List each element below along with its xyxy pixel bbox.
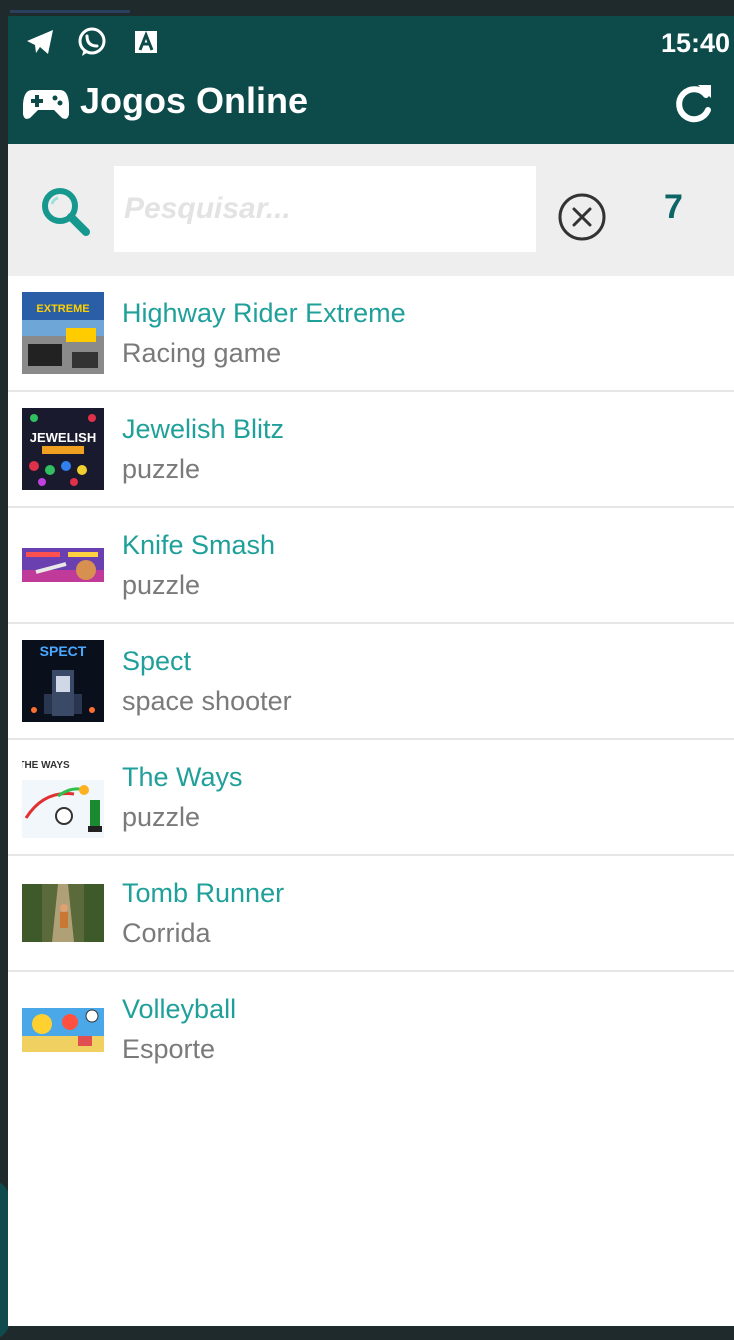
game-name: Tomb Runner <box>122 878 285 908</box>
game-name: Knife Smash <box>122 530 276 560</box>
list-item[interactable]: THE WAYS The Ways puzzle <box>8 740 734 856</box>
result-count: 7 <box>664 188 683 226</box>
app-bar: 15:40 Jogos Online <box>8 16 734 144</box>
outer-left-edge <box>0 0 10 1340</box>
thumb-text: SPECT <box>40 643 87 659</box>
gamepad-icon <box>23 90 69 119</box>
list-item[interactable]: Tomb Runner Corrida <box>8 856 734 972</box>
games-list: EXTREME Highway Rider Extreme Racing gam… <box>8 276 734 1086</box>
thumb-text: EXTREME <box>36 303 89 315</box>
thumb-text: THE WAYS <box>22 760 70 771</box>
list-item[interactable]: JEWELISH Jewelish Blitz puzzle <box>8 392 734 508</box>
list-item[interactable]: SPECT Spect space shooter <box>8 624 734 740</box>
status-bar: 15:40 <box>8 16 734 68</box>
game-name: Highway Rider Extreme <box>122 298 406 328</box>
app-title: Jogos Online <box>80 80 309 121</box>
game-name: Volleyball <box>122 994 237 1024</box>
game-category: space shooter <box>122 686 292 716</box>
spect-thumbnail: SPECT <box>22 640 104 722</box>
game-category: Esporte <box>122 1034 216 1064</box>
volleyball-thumbnail <box>22 988 104 1070</box>
phone-screen: 15:40 Jogos Online Pesquisar... 7 EXTREM… <box>8 16 734 1326</box>
outer-accent-line <box>10 10 130 13</box>
game-name: Jewelish Blitz <box>122 414 285 444</box>
game-category: Corrida <box>122 918 211 948</box>
game-category: puzzle <box>122 570 201 600</box>
tomb-runner-thumbnail <box>22 872 104 954</box>
outer-top-strip <box>0 0 734 16</box>
knife-smash-thumbnail <box>22 524 104 606</box>
game-category: Racing game <box>122 338 282 368</box>
jewelish-blitz-thumbnail: JEWELISH <box>22 408 104 490</box>
thumb-text: JEWELISH <box>30 430 96 445</box>
search-bar: 7 <box>8 144 734 276</box>
clear-circle-icon[interactable] <box>556 191 608 243</box>
game-name: Spect <box>122 646 192 676</box>
refresh-icon[interactable] <box>668 80 718 130</box>
search-input[interactable] <box>114 166 536 252</box>
game-category: puzzle <box>122 454 201 484</box>
list-item[interactable]: Knife Smash puzzle <box>8 508 734 624</box>
telegram-icon <box>27 30 53 54</box>
game-category: puzzle <box>122 802 201 832</box>
status-time: 15:40 <box>660 28 730 58</box>
whatsapp-icon <box>78 27 106 56</box>
the-ways-thumbnail: THE WAYS <box>22 756 104 838</box>
search-icon[interactable] <box>38 184 94 240</box>
list-item[interactable]: EXTREME Highway Rider Extreme Racing gam… <box>8 276 734 392</box>
highway-rider-thumbnail: EXTREME <box>22 292 104 374</box>
keyboard-a-icon <box>135 30 157 53</box>
title-bar: Jogos Online <box>8 74 734 136</box>
game-name: The Ways <box>122 762 243 792</box>
list-item[interactable]: Volleyball Esporte <box>8 972 734 1086</box>
